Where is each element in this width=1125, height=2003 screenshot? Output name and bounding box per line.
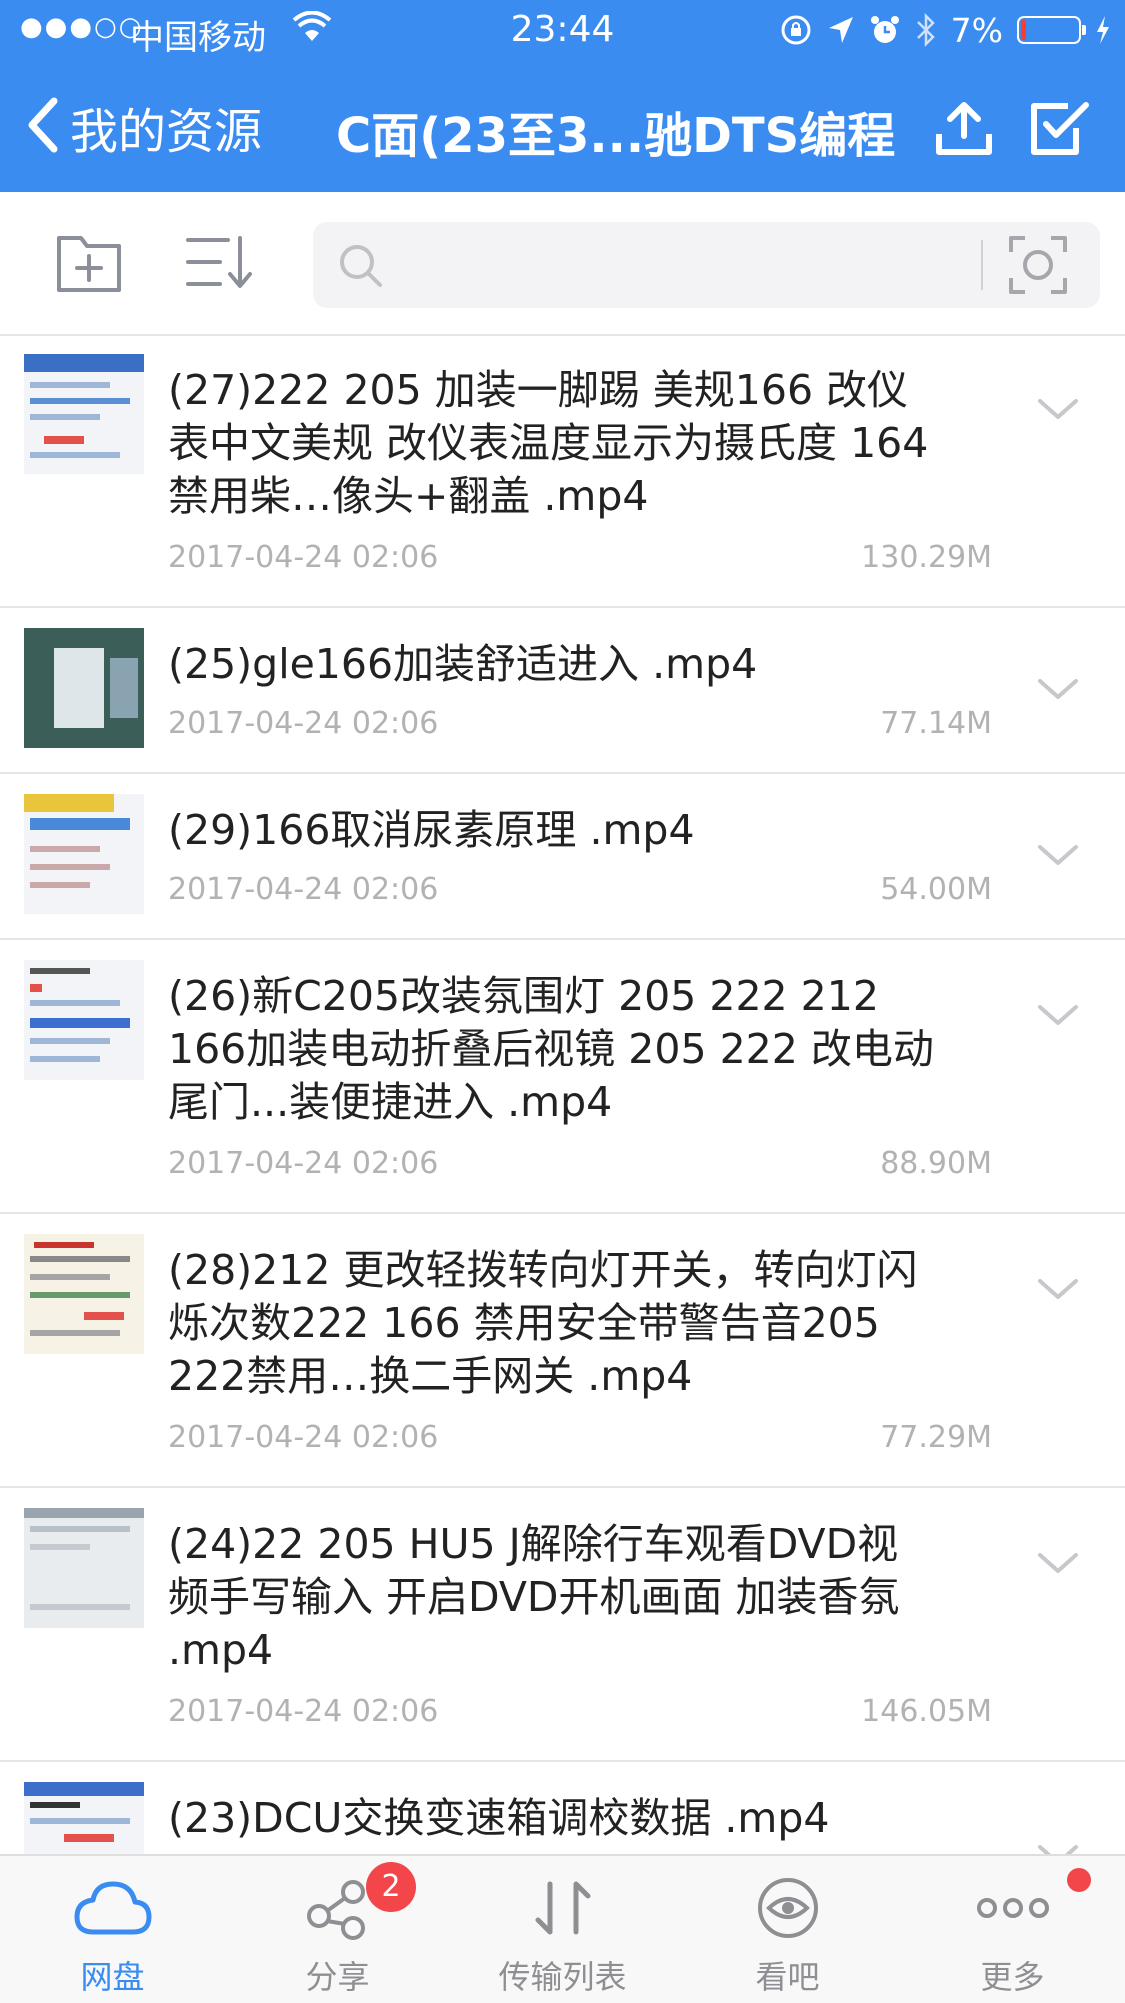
file-size: 54.00M <box>880 872 992 907</box>
file-row[interactable]: (26)新C205改装氛围灯 205 222 212 166加装电动折叠后视镜 … <box>0 940 1125 1214</box>
battery-icon <box>1017 16 1086 44</box>
battery-percent: 7% <box>950 10 1003 50</box>
checkbox-icon <box>1030 102 1090 160</box>
chevron-down-icon[interactable] <box>1036 396 1080 426</box>
chevron-down-icon[interactable] <box>1036 1842 1080 1854</box>
tab-share[interactable]: 2 分享 <box>225 1856 450 2003</box>
tab-label: 网盘 <box>80 1958 145 1996</box>
file-name: (24)22 205 HU5 J解除行车观看DVD视频手写输入 开启DVD开机画… <box>168 1520 900 1674</box>
scan-icon <box>1009 236 1067 294</box>
charging-icon <box>1095 15 1111 45</box>
file-row[interactable]: (24)22 205 HU5 J解除行车观看DVD视频手写输入 开启DVD开机画… <box>0 1488 1125 1762</box>
eye-icon <box>675 1876 900 1946</box>
more-icon <box>900 1876 1125 1946</box>
tab-transfer-list[interactable]: 传输列表 <box>450 1856 675 2003</box>
back-label: 我的资源 <box>70 104 263 160</box>
tab-bar: 网盘 2 分享 传输列表 看吧 更多 <box>0 1854 1125 2003</box>
toolbar <box>0 192 1125 336</box>
tab-label: 分享 <box>305 1958 370 1996</box>
location-icon <box>827 15 855 45</box>
video-thumbnail <box>24 960 144 1080</box>
file-row[interactable]: (25)gle166加装舒适进入 .mp4 2017-04-24 02:06 7… <box>0 608 1125 774</box>
cloud-icon <box>0 1876 225 1946</box>
header: ●●●○○ 中国移动 23:44 7% 我的资源 C面(23至3...驰DTS编… <box>0 0 1125 192</box>
file-list: (27)222 205 加装一脚踢 美规166 改仪表中文美规 改仪表温度显示为… <box>0 334 1125 1854</box>
tab-label: 传输列表 <box>498 1958 627 1996</box>
tab-more[interactable]: 更多 <box>900 1856 1125 2003</box>
search-input[interactable] <box>393 240 977 292</box>
notification-dot <box>1067 1868 1091 1892</box>
search-divider <box>981 240 983 290</box>
file-size: 77.29M <box>880 1420 992 1455</box>
file-size: 88.90M <box>880 1146 992 1181</box>
back-button[interactable]: 我的资源 <box>22 92 262 162</box>
nav-bar: 我的资源 C面(23至3...驰DTS编程 <box>0 62 1125 192</box>
video-thumbnail <box>24 354 144 474</box>
video-thumbnail <box>24 794 144 914</box>
page-title: C面(23至3...驰DTS编程 <box>336 108 896 164</box>
video-thumbnail <box>24 1782 144 1854</box>
new-folder-button[interactable] <box>55 232 123 298</box>
file-name: (28)212 更改轻拨转向灯开关，转向灯闪烁次数222 166 禁用安全带警告… <box>168 1246 918 1400</box>
share-badge: 2 <box>366 1862 416 1912</box>
file-size: 130.29M <box>861 540 992 575</box>
multi-select-button[interactable] <box>1030 100 1090 160</box>
chevron-down-icon[interactable] <box>1036 842 1080 872</box>
upload-icon <box>935 102 993 160</box>
new-folder-icon <box>55 236 123 298</box>
file-date: 2017-04-24 02:06 <box>168 706 439 741</box>
chevron-down-icon[interactable] <box>1036 1002 1080 1032</box>
transfer-icon <box>450 1876 675 1946</box>
tab-label: 更多 <box>980 1958 1045 1996</box>
bluetooth-icon <box>915 13 937 47</box>
tab-watch[interactable]: 看吧 <box>675 1856 900 2003</box>
video-thumbnail <box>24 1508 144 1628</box>
video-thumbnail <box>24 1234 144 1354</box>
video-thumbnail <box>24 628 144 748</box>
file-name: (29)166取消尿素原理 .mp4 <box>168 806 695 854</box>
chevron-left-icon <box>22 95 62 159</box>
file-row[interactable]: (27)222 205 加装一脚踢 美规166 改仪表中文美规 改仪表温度显示为… <box>0 334 1125 608</box>
file-date: 2017-04-24 02:06 <box>168 1694 439 1729</box>
file-date: 2017-04-24 02:06 <box>168 1146 439 1181</box>
file-size: 146.05M <box>861 1694 992 1729</box>
file-size: 77.14M <box>880 706 992 741</box>
file-date: 2017-04-24 02:06 <box>168 872 439 907</box>
chevron-down-icon[interactable] <box>1036 1276 1080 1306</box>
sort-icon <box>184 236 254 294</box>
chevron-down-icon[interactable] <box>1036 676 1080 706</box>
search-icon <box>337 242 385 294</box>
file-row[interactable]: (23)DCU交换变速箱调校数据 .mp4 <box>0 1762 1125 1854</box>
chevron-down-icon[interactable] <box>1036 1550 1080 1580</box>
upload-button[interactable] <box>935 100 993 160</box>
orientation-lock-icon <box>779 13 813 47</box>
file-name: (26)新C205改装氛围灯 205 222 212 166加装电动折叠后视镜 … <box>168 972 934 1126</box>
alarm-icon <box>869 14 901 46</box>
status-bar: ●●●○○ 中国移动 23:44 7% <box>0 0 1125 62</box>
scan-button[interactable] <box>1007 234 1069 300</box>
sort-button[interactable] <box>184 234 254 294</box>
file-name: (27)222 205 加装一脚踢 美规166 改仪表中文美规 改仪表温度显示为… <box>168 366 929 520</box>
tab-cloud-drive[interactable]: 网盘 <box>0 1856 225 2003</box>
file-date: 2017-04-24 02:06 <box>168 540 439 575</box>
file-name: (23)DCU交换变速箱调校数据 .mp4 <box>168 1794 830 1842</box>
file-row[interactable]: (28)212 更改轻拨转向灯开关，转向灯闪烁次数222 166 禁用安全带警告… <box>0 1214 1125 1488</box>
share-icon <box>225 1876 450 1946</box>
tab-label: 看吧 <box>755 1958 820 1996</box>
status-right: 7% <box>779 10 1111 50</box>
search-box <box>313 222 1100 308</box>
file-row[interactable]: (29)166取消尿素原理 .mp4 2017-04-24 02:06 54.0… <box>0 774 1125 940</box>
file-name: (25)gle166加装舒适进入 .mp4 <box>168 640 758 688</box>
file-date: 2017-04-24 02:06 <box>168 1420 439 1455</box>
